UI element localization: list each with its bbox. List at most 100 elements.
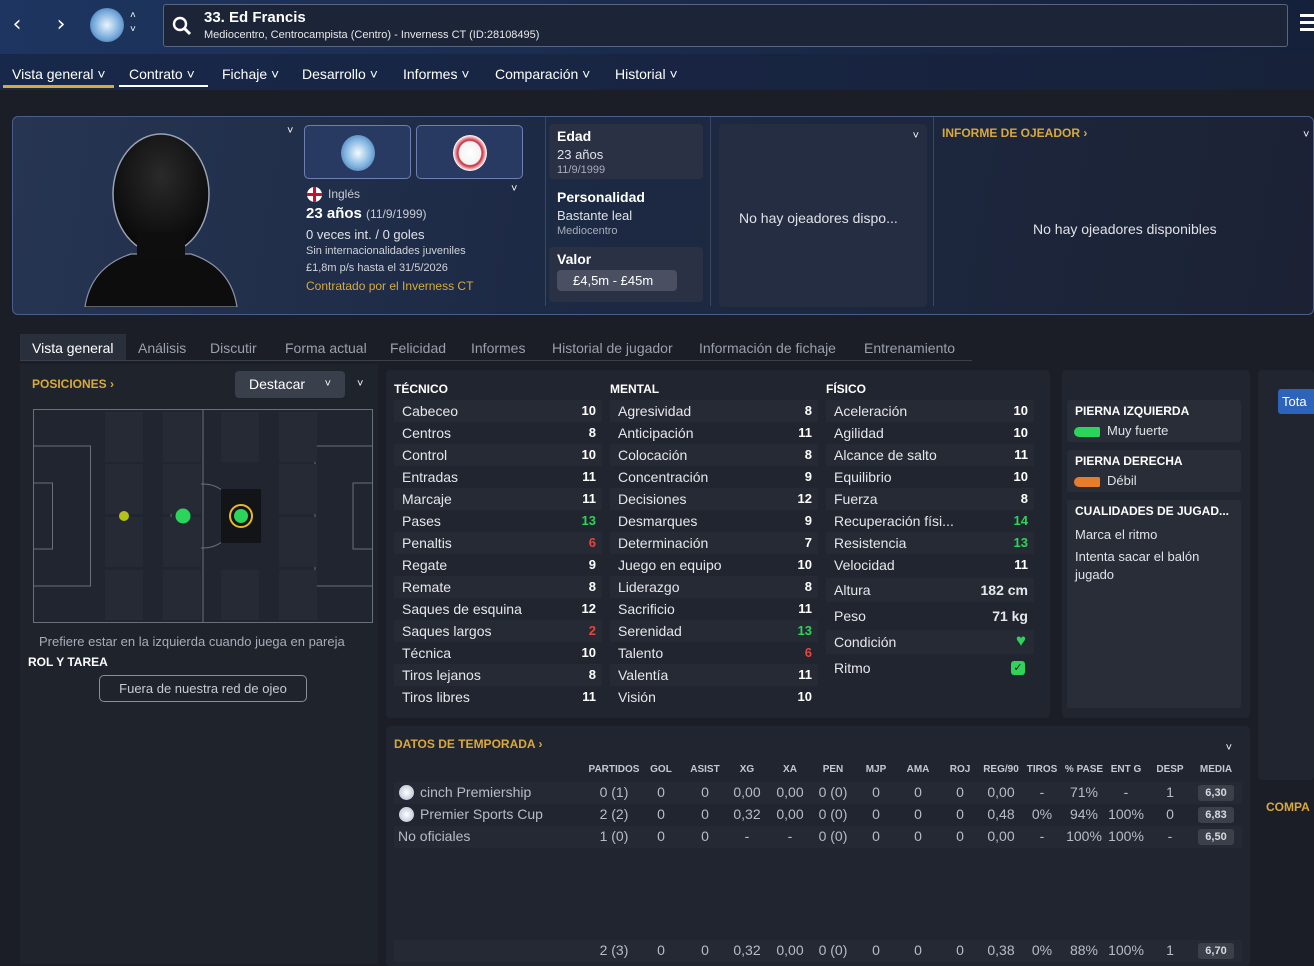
nation-badge[interactable] — [416, 125, 523, 179]
attribute-row: Fuerza 8 — [826, 488, 1034, 510]
competition-name[interactable]: No oficiales — [398, 828, 470, 844]
menu-desarrollo[interactable]: Desarrollo ˅ — [302, 66, 378, 82]
condition-heart-icon: ♥ — [1015, 631, 1026, 650]
club-crest-icon[interactable] — [90, 8, 124, 42]
tab-historial-jugador[interactable]: Historial de jugador — [552, 340, 673, 356]
attribute-row: Determinación 7 — [610, 532, 818, 554]
attribute-row: Talento 6 — [610, 642, 818, 664]
competition-name[interactable]: Premier Sports Cup — [420, 806, 543, 822]
chevron-down-icon[interactable]: ˅ — [1303, 129, 1309, 141]
attribute-row: Entradas 11 — [394, 466, 602, 488]
competition-logo-icon — [399, 785, 414, 800]
player-header-box[interactable]: 33. Ed Francis Mediocentro, Centrocampis… — [163, 4, 1288, 47]
attribute-row: Desmarques 9 — [610, 510, 818, 532]
attribute-row: Agresividad 8 — [610, 400, 818, 422]
left-foot-value: Muy fuerte — [1107, 423, 1169, 438]
attribute-row: Decisiones 12 — [610, 488, 818, 510]
attribute-name: Alcance de salto — [834, 447, 937, 463]
average-rating-badge: 6,50 — [1198, 829, 1234, 845]
scouts-box: ˅ No hay ojeadores dispo... — [719, 124, 927, 307]
attribute-value: 6 — [588, 535, 596, 550]
attribute-name: Penaltis — [402, 535, 452, 551]
club-switch-icon[interactable]: ˄ ˅ — [130, 9, 136, 37]
tab-vista-general[interactable]: Vista general — [32, 340, 113, 356]
attribute-row: Velocidad 11 — [826, 554, 1034, 576]
wage: £1,8m p/s hasta el 31/5/2026 — [306, 262, 448, 274]
competition-name[interactable]: cinch Premiership — [420, 784, 531, 800]
club-badge[interactable] — [304, 125, 411, 179]
attribute-name: Serenidad — [618, 623, 682, 639]
tab-forma-actual[interactable]: Forma actual — [285, 340, 367, 356]
attribute-value: 8 — [588, 667, 596, 682]
chevron-down-icon[interactable]: ˅ — [511, 183, 517, 195]
attribute-row: Cabeceo 10 — [394, 400, 602, 422]
total-button[interactable]: Tota — [1278, 389, 1314, 414]
menu-fichaje[interactable]: Fichaje ˅ — [222, 66, 279, 82]
comparison-title: COMPA — [1266, 800, 1310, 814]
tab-analisis[interactable]: Análisis — [138, 340, 186, 356]
menu-historial[interactable]: Historial ˅ — [615, 66, 678, 82]
back-icon[interactable]: ‹ — [2, 10, 32, 40]
chevron-down-icon[interactable]: ˅ — [357, 378, 363, 390]
chevron-down-icon[interactable]: ˅ — [913, 130, 919, 142]
contracted-by-link[interactable]: Contratado por el Inverness CT — [306, 279, 473, 293]
scout-network-button[interactable]: Fuera de nuestra red de ojeo — [99, 675, 307, 702]
attribute-row: Sacrificio 11 — [610, 598, 818, 620]
menu-icon[interactable] — [1300, 14, 1314, 31]
forward-icon[interactable]: › — [46, 10, 76, 40]
scouts-none: No hay ojeadores disponibles — [1033, 221, 1217, 237]
attribute-name: Tiros lejanos — [402, 667, 481, 683]
attribute-value: 11 — [1014, 447, 1028, 462]
tab-entrenamiento[interactable]: Entrenamiento — [864, 340, 955, 356]
attribute-name: Saques de esquina — [402, 601, 522, 617]
attribute-row: Colocación 8 — [610, 444, 818, 466]
positions-title-link[interactable]: POSICIONES › — [32, 377, 114, 391]
attribute-value: 11 — [582, 689, 596, 704]
attribute-value: 10 — [1013, 425, 1028, 440]
height-value: 182 cm — [980, 582, 1028, 598]
attribute-row: Tiros libres 11 — [394, 686, 602, 708]
chevron-down-icon[interactable]: ˅ — [1226, 742, 1232, 754]
tab-informes[interactable]: Informes — [471, 340, 525, 356]
attribute-name: Marcaje — [402, 491, 452, 507]
menu-contrato[interactable]: Contrato ˅ — [129, 66, 195, 82]
main-menu: Vista general ˅ Contrato ˅ Fichaje ˅ Des… — [0, 54, 1314, 90]
menu-vista-general[interactable]: Vista general ˅ — [12, 66, 106, 82]
weight-label: Peso — [834, 608, 866, 624]
attribute-name: Entradas — [402, 469, 459, 485]
right-foot-title: PIERNA DERECHA — [1075, 454, 1183, 468]
attribute-name: Tiros libres — [402, 689, 470, 705]
attribute-value: 11 — [798, 601, 812, 616]
attribute-row: Concentración 9 — [610, 466, 818, 488]
value-pill[interactable]: £4,5m - £45m — [557, 270, 677, 291]
season-title-link[interactable]: DATOS DE TEMPORADA › — [394, 737, 542, 751]
attribute-name: Centros — [402, 425, 452, 441]
stat-header: MEDIA — [1199, 764, 1233, 775]
chevron-down-icon[interactable]: ˅ — [287, 125, 293, 137]
age-line: 23 años (11/9/1999) — [306, 205, 427, 222]
search-icon[interactable] — [172, 16, 192, 36]
positions-panel: POSICIONES › Destacar ˅ ˅ Prefiere estar … — [20, 364, 378, 964]
boot-icon — [1074, 477, 1100, 487]
attribute-row: Resistencia 13 — [826, 532, 1034, 554]
boot-icon — [1074, 427, 1100, 437]
attribute-name: Talento — [618, 645, 664, 661]
right-panel: Tota — [1258, 370, 1314, 780]
attribute-value: 11 — [582, 491, 596, 506]
attribute-name: Pases — [402, 513, 441, 529]
attribute-value: 11 — [582, 469, 596, 484]
tab-discutir[interactable]: Discutir — [210, 340, 257, 356]
tecnico-title: TÉCNICO — [394, 382, 448, 396]
highlight-dropdown[interactable]: Destacar ˅ — [235, 371, 345, 398]
attribute-row: Liderazgo 8 — [610, 576, 818, 598]
attribute-row: Tiros lejanos 8 — [394, 664, 602, 686]
attribute-row: Alcance de salto 11 — [826, 444, 1034, 466]
attribute-name: Saques largos — [402, 623, 492, 639]
scout-report-link[interactable]: INFORME DE OJEADOR › — [942, 126, 1087, 140]
attribute-value: 10 — [797, 557, 812, 572]
tab-felicidad[interactable]: Felicidad — [390, 340, 446, 356]
tab-informacion-fichaje[interactable]: Información de fichaje — [699, 340, 836, 356]
menu-informes[interactable]: Informes ˅ — [403, 66, 470, 82]
menu-comparacion[interactable]: Comparación ˅ — [495, 66, 590, 82]
stat-cell: 1 — [1166, 942, 1174, 958]
